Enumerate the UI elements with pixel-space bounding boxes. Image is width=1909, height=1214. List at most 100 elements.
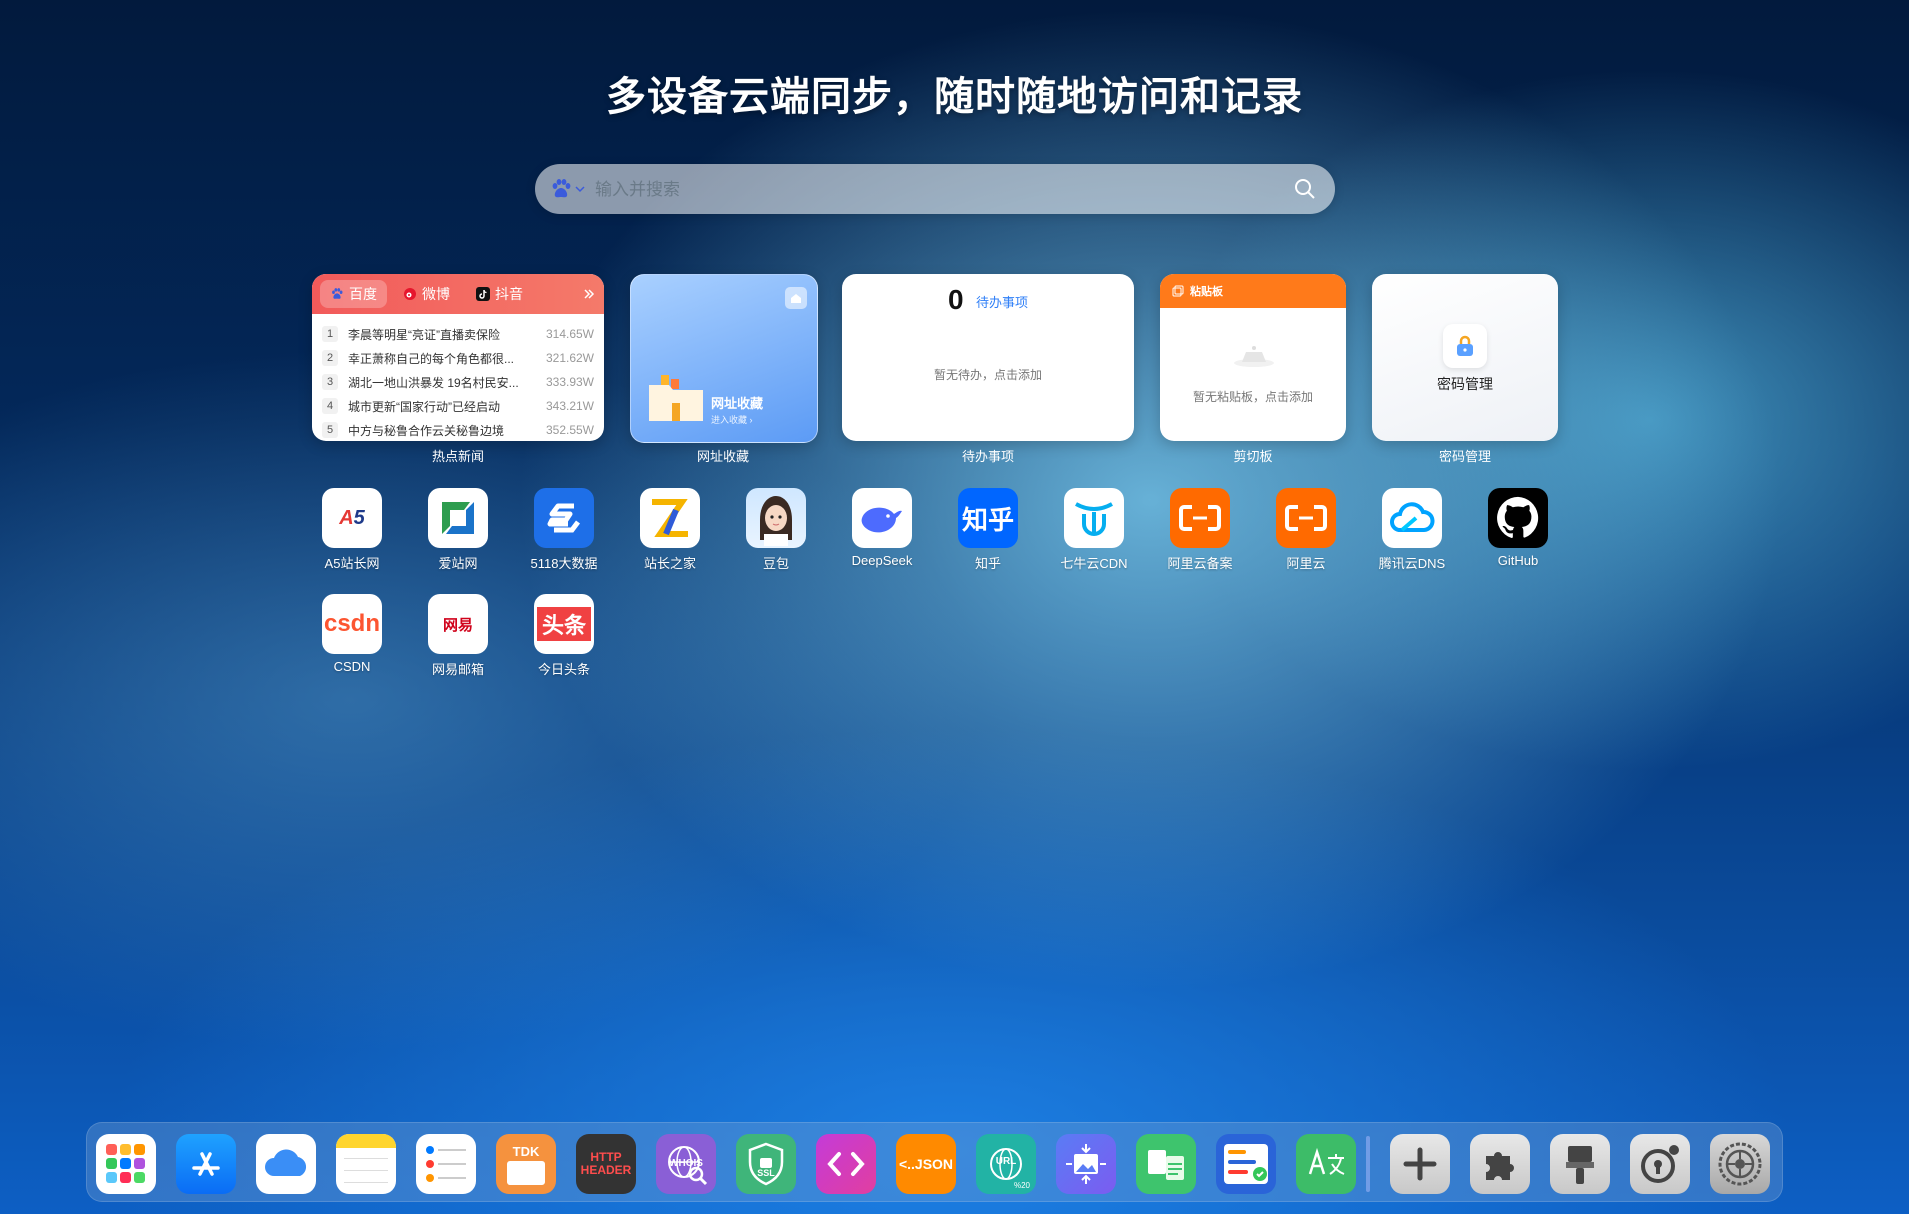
clipboard-heading: 粘贴板 — [1190, 286, 1223, 298]
baidu-paw-icon — [552, 179, 571, 198]
widget-label: 密码管理 — [1438, 449, 1491, 464]
whois-tool-icon[interactable]: WHOIS — [656, 1134, 716, 1194]
bookmarks-subtitle: 进入收藏 › — [711, 415, 753, 425]
tab-weibo[interactable]: 微博 — [393, 280, 460, 308]
icloud-icon[interactable] — [256, 1134, 316, 1194]
double-chevron-right-icon[interactable] — [582, 287, 596, 301]
widget-label: 网址收藏 — [696, 449, 749, 464]
search-input[interactable] — [593, 174, 1257, 206]
app-csdn[interactable]: csdn CSDN — [312, 594, 392, 674]
aliyun-logo-icon — [1276, 488, 1336, 548]
http-header-tool-icon[interactable]: HTTP HEADER — [576, 1134, 636, 1194]
app-store-icon[interactable] — [176, 1134, 236, 1194]
lock-icon — [1443, 324, 1487, 368]
github-logo-icon — [1488, 488, 1548, 548]
app-aliyun-beian[interactable]: 阿里云备案 — [1160, 488, 1240, 572]
image-compress-tool-icon[interactable] — [1056, 1134, 1116, 1194]
app-github[interactable]: GitHub — [1478, 488, 1558, 568]
search-bar — [535, 164, 1335, 214]
launchpad-icon[interactable] — [96, 1134, 156, 1194]
puzzle-icon[interactable] — [1470, 1134, 1530, 1194]
dock-separator — [1366, 1136, 1370, 1192]
widget-label: 待办事项 — [961, 449, 1014, 464]
app-chinaz[interactable]: 站长之家 — [630, 488, 710, 572]
empty-box-icon — [1234, 346, 1274, 367]
news-item[interactable]: 2 幸正萧称自己的每个角色都很... 321.62W — [322, 346, 594, 370]
news-item[interactable]: 1 李晨等明星“亮证”直播卖保险 314.65W — [322, 322, 594, 346]
app-netease-mail[interactable]: 网易 网易邮箱 — [418, 594, 498, 678]
app-deepseek[interactable]: DeepSeek — [842, 488, 922, 568]
clipboard-empty-text: 暂无粘贴板，点击添加 — [1192, 390, 1313, 404]
tab-label: 百度 — [349, 286, 377, 302]
bookmarks-title: 网址收藏 — [711, 396, 764, 411]
ssl-tool-icon[interactable]: SSL — [736, 1134, 796, 1194]
app-zhihu[interactable]: 知乎 知乎 — [948, 488, 1028, 572]
settings-gear-icon[interactable] — [1710, 1134, 1770, 1194]
tab-label: 抖音 — [495, 286, 523, 302]
5118-logo-icon — [534, 488, 594, 548]
app-doubao[interactable]: 豆包 — [736, 488, 816, 572]
url-encode-tool-icon[interactable]: URL %20 — [976, 1134, 1036, 1194]
json-tool-icon[interactable]: <..JSON — [896, 1134, 956, 1194]
code-tool-icon[interactable] — [816, 1134, 876, 1194]
widget-label: 热点新闻 — [431, 449, 484, 464]
widget-label: 剪切板 — [1233, 449, 1273, 464]
hot-news-widget[interactable]: 百度 微博 抖音 1 李晨等明星“亮证”直播卖保险 314.65W 2 幸正萧称自己的… — [312, 274, 604, 441]
deepseek-whale-icon — [852, 488, 912, 548]
doubao-avatar-icon — [746, 488, 806, 548]
weibo-icon — [404, 288, 416, 300]
tab-baidu[interactable]: 百度 — [320, 280, 387, 308]
app-aliyun[interactable]: 阿里云 — [1266, 488, 1346, 572]
douyin-icon — [476, 287, 490, 301]
toutiao-logo-icon: 头条 — [534, 594, 594, 654]
todo-heading: 待办事项 — [976, 295, 1029, 310]
tdk-tool-icon[interactable]: TDK — [496, 1134, 556, 1194]
dock: TDK HTTP HEADER WHOIS SSL <..JSON URL %2… — [86, 1122, 1783, 1202]
zhihu-logo-icon: 知乎 — [958, 488, 1018, 548]
app-5118[interactable]: 5118大数据 — [524, 488, 604, 572]
add-icon[interactable] — [1390, 1134, 1450, 1194]
notes-icon[interactable] — [336, 1134, 396, 1194]
qiniu-logo-icon — [1064, 488, 1124, 548]
password-title: 密码管理 — [1437, 376, 1493, 392]
home-icon — [785, 287, 807, 309]
privacy-icon[interactable] — [1630, 1134, 1690, 1194]
app-a5[interactable]: A5 A5站长网 — [312, 488, 392, 572]
app-aizhan[interactable]: 爱站网 — [418, 488, 498, 572]
news-item[interactable]: 5 中方与秘鲁合作云关秘鲁边境 352.55W — [322, 418, 594, 441]
app-qiniu[interactable]: 七牛云CDN — [1054, 488, 1134, 572]
copy-icon — [1172, 285, 1184, 297]
news-item[interactable]: 3 湖北一地山洪暴发 19名村民安... 333.93W — [322, 370, 594, 394]
netease-mail-icon: 网易 — [428, 594, 488, 654]
baidu-paw-icon — [332, 288, 343, 299]
tab-label: 微博 — [422, 286, 450, 302]
news-item[interactable]: 4 城市更新“国家行动”已经启动 343.21W — [322, 394, 594, 418]
folder-icon — [649, 375, 703, 421]
tencent-cloud-icon — [1382, 488, 1442, 548]
aliyun-logo-icon — [1170, 488, 1230, 548]
reminders-icon[interactable] — [416, 1134, 476, 1194]
page-title: 多设备云端同步，随时随地访问和记录 — [606, 75, 1303, 119]
password-manager-widget[interactable]: 密码管理 — [1372, 274, 1558, 441]
a5-logo-icon: A5 — [322, 488, 382, 548]
file-convert-tool-icon[interactable] — [1136, 1134, 1196, 1194]
todo-empty-text: 暂无待办，点击添加 — [933, 368, 1042, 382]
clipboard-widget[interactable]: 粘贴板 暂无粘贴板，点击添加 — [1160, 274, 1346, 441]
app-toutiao[interactable]: 头条 今日头条 — [524, 594, 604, 678]
translate-tool-icon[interactable] — [1296, 1134, 1356, 1194]
news-list: 1 李晨等明星“亮证”直播卖保险 314.65W 2 幸正萧称自己的每个角色都很...… — [312, 314, 604, 441]
brush-icon[interactable] — [1550, 1134, 1610, 1194]
bookmarks-widget[interactable]: 网址收藏 进入收藏 › — [630, 274, 818, 443]
csdn-logo-icon: csdn — [322, 594, 382, 654]
todo-widget[interactable]: 0 待办事项 暂无待办，点击添加 — [842, 274, 1134, 441]
todo-count: 0 — [948, 284, 964, 315]
chinaz-logo-icon — [640, 488, 700, 548]
checklist-tool-icon[interactable] — [1216, 1134, 1276, 1194]
chevron-down-icon — [575, 186, 585, 193]
search-engine-selector[interactable] — [549, 177, 587, 201]
app-tencent-dns[interactable]: 腾讯云DNS — [1372, 488, 1452, 572]
clipboard-header: 粘贴板 — [1160, 274, 1346, 308]
aizhan-logo-icon — [428, 488, 488, 548]
tab-douyin[interactable]: 抖音 — [466, 280, 533, 308]
search-icon[interactable] — [1293, 177, 1317, 201]
